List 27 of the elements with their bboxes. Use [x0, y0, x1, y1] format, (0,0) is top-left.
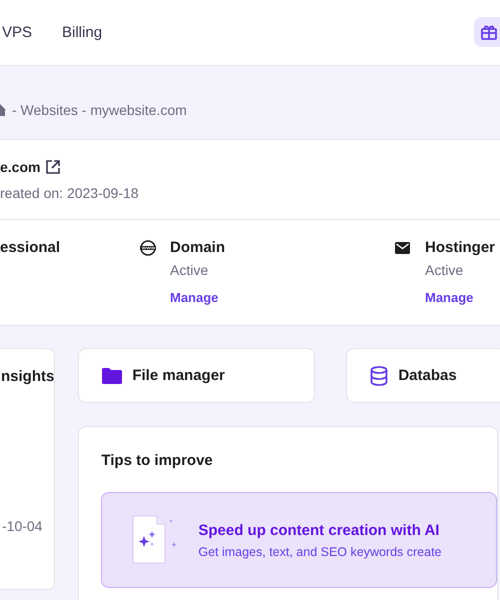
breadcrumb: - Websites - mywebsite.com [12, 102, 187, 118]
service-status: Active [170, 262, 210, 278]
folder-icon [102, 368, 122, 384]
gift-icon [480, 23, 498, 41]
envelope-icon [395, 242, 410, 254]
nav-link[interactable]: VPS [2, 24, 32, 41]
database-icon [370, 366, 388, 386]
shortcut-button[interactable]: Databas [346, 348, 500, 403]
website-name[interactable]: e.com [0, 159, 40, 175]
nav-link[interactable]: Billing [62, 24, 102, 41]
manage-link[interactable]: Manage [425, 290, 474, 305]
globe-icon [140, 240, 156, 256]
service-title: Hostinger [425, 238, 496, 258]
tip-banner[interactable]: Speed up content creation with AI Get images, text, and SEO keywords create [101, 492, 498, 588]
tip-title: Speed up content creation with AI [198, 522, 440, 538]
service-status: Active [425, 262, 464, 278]
card-title: Tips to improve [101, 452, 214, 469]
service-title: Domain [170, 238, 226, 258]
tip-description: Get images, text, and SEO keywords create [198, 544, 442, 558]
shortcut-button[interactable]: File manager [78, 348, 316, 403]
external-link-icon[interactable] [46, 160, 60, 174]
created-date: reated on: 2023-09-18 [0, 185, 140, 201]
manage-link[interactable]: Manage [170, 290, 218, 305]
insights-date: -10-04 [2, 518, 42, 534]
card-title: nsights [1, 368, 54, 385]
home-icon[interactable] [0, 104, 6, 116]
service-title: essional [0, 238, 60, 258]
